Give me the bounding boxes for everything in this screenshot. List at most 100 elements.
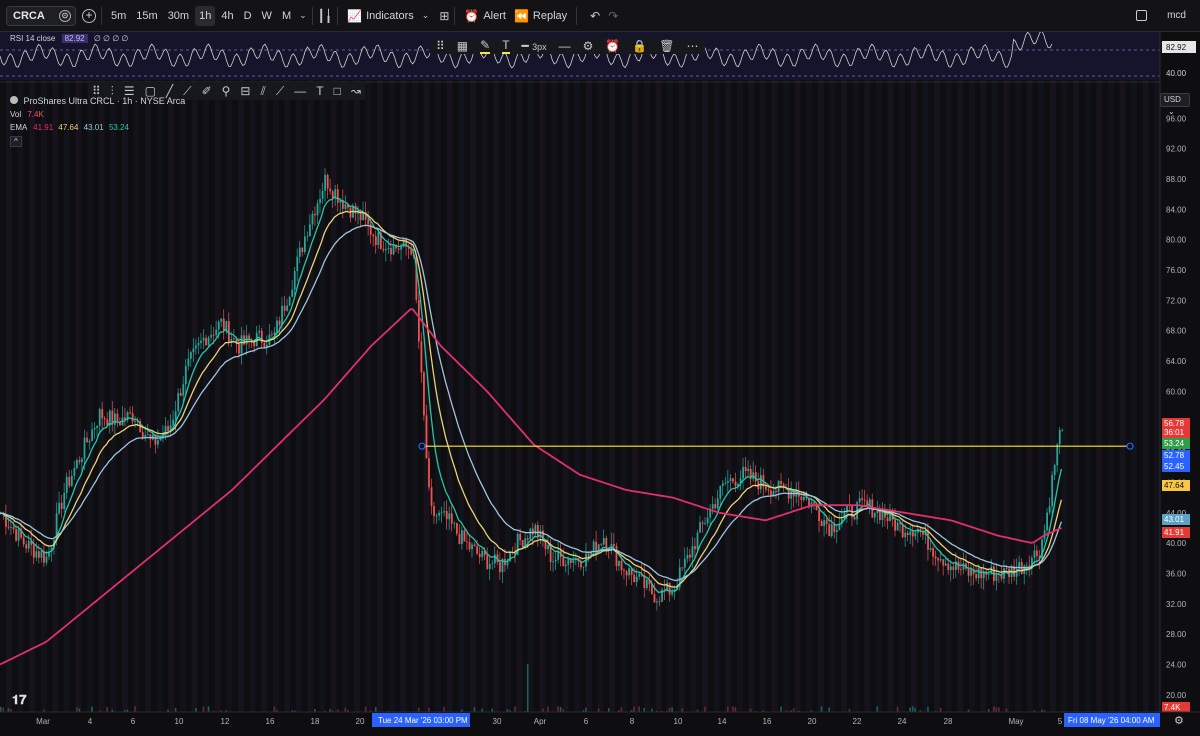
line-color-icon[interactable]: ✎	[480, 38, 491, 54]
candle-body	[73, 468, 76, 477]
timeframe-4h[interactable]: 4h	[217, 6, 237, 26]
candle-body	[909, 531, 912, 536]
session-stripe	[261, 32, 267, 712]
channel-icon[interactable]: ⫽	[260, 84, 265, 99]
candle-body	[1005, 568, 1008, 569]
replay-button[interactable]: ⏪ Replay	[510, 6, 571, 26]
timeframe-30m[interactable]: 30m	[164, 6, 193, 26]
indicators-icon: 📈	[347, 8, 363, 23]
pin-icon[interactable]: ⚲	[222, 84, 231, 98]
candle-body	[944, 563, 947, 566]
candle-body	[813, 502, 815, 504]
timeframe-15m[interactable]: 15m	[132, 6, 161, 26]
chevron-down-icon[interactable]: ⌄	[299, 10, 307, 21]
line-width-picker[interactable]: ━ 3px	[522, 39, 547, 53]
symbol-dot-icon	[10, 96, 18, 104]
session-stripe	[75, 32, 82, 712]
candle-body	[288, 296, 291, 306]
drag-handle-icon[interactable]: ⠿	[436, 39, 445, 53]
text-tool-icon[interactable]: T	[316, 84, 323, 98]
candle-body	[942, 559, 945, 566]
candle-body	[534, 524, 537, 535]
rectangle-icon[interactable]: □	[334, 84, 341, 98]
candle-body	[547, 545, 549, 550]
path-icon[interactable]: ↝	[351, 84, 361, 98]
candle-body	[263, 342, 266, 348]
x-tick-label: 18	[311, 717, 320, 726]
candle-body	[98, 409, 101, 426]
undo-icon[interactable]: ↶	[590, 9, 600, 23]
vol-value: 7.4K	[27, 110, 44, 119]
chevron-down-icon: ⌄	[421, 10, 430, 20]
chart-settings-icon[interactable]: ⚙	[1174, 715, 1184, 727]
candle-body	[210, 334, 213, 338]
candle-body	[134, 420, 137, 422]
candle-body	[691, 546, 694, 558]
candle-body	[605, 538, 608, 549]
candle-body	[471, 544, 473, 550]
candle-body	[233, 338, 235, 340]
candle-body	[1058, 429, 1061, 445]
price-chart[interactable]: 82.9240.0096.0092.0088.0084.0080.0076.00…	[0, 30, 1200, 736]
alert-button[interactable]: ⏰ Alert	[460, 6, 510, 26]
timeframe-5m[interactable]: 5m	[107, 6, 130, 26]
trash-icon[interactable]: 🗑	[659, 39, 674, 53]
add-symbol-icon[interactable]: +	[82, 8, 96, 23]
fullscreen-icon[interactable]	[1136, 10, 1148, 21]
session-stripe	[992, 32, 998, 712]
candle-body	[319, 198, 321, 204]
text-color-icon[interactable]: T	[502, 38, 510, 54]
indicators-button[interactable]: 📈 Indicators ⌄	[343, 6, 433, 26]
candle-body	[719, 485, 722, 499]
compare-icon[interactable]: ⊙	[59, 9, 71, 22]
timeframe-W[interactable]: W	[258, 6, 276, 26]
candle-body	[980, 568, 983, 579]
session-stripe	[504, 32, 511, 712]
timeframe-D[interactable]: D	[240, 6, 256, 26]
symbol-search[interactable]: CRCA ⊙	[6, 5, 76, 26]
candle-body	[167, 426, 169, 432]
candle-body	[27, 540, 30, 549]
session-stripe	[110, 32, 117, 712]
top-toolbar: CRCA ⊙ + 5m 15m 30m 1h 4h D W M ⌄ ┃╽ 📈 Indicato…	[0, 0, 1200, 32]
line-style-icon[interactable]: —	[559, 39, 571, 53]
add-alert-icon[interactable]: ⏰	[605, 39, 620, 53]
timeframe-1h[interactable]: 1h	[195, 5, 216, 26]
settings-icon[interactable]: ⚙	[583, 39, 594, 53]
candle-body	[93, 428, 96, 430]
currency-selector[interactable]: USD ⌄	[1160, 93, 1190, 116]
candle-body	[625, 571, 628, 576]
redo-icon[interactable]: ↷	[608, 9, 618, 23]
session-stripe	[284, 32, 291, 712]
candle-body	[202, 337, 205, 341]
lock-icon[interactable]: 🔒	[632, 39, 647, 53]
session-stripe	[748, 32, 755, 712]
session-stripe	[678, 32, 685, 712]
candle-body	[1046, 512, 1049, 531]
layout-grid-icon[interactable]: ⊞	[439, 9, 449, 23]
candle-type-icon[interactable]: ┃╽	[318, 9, 332, 23]
brush-icon[interactable]: ✐	[202, 84, 212, 98]
chart-area[interactable]: 82.92 40.00 96.00 92.00 88.00 84.00 80.00 76.00…	[0, 30, 1200, 736]
template-icon[interactable]: ▦	[457, 39, 468, 53]
candle-body	[316, 203, 319, 216]
candle-body	[552, 561, 555, 563]
candle-body	[615, 546, 618, 567]
more-icon[interactable]: ⋯	[687, 39, 699, 53]
price-label: 53.24	[1164, 439, 1185, 448]
hline-icon[interactable]: —	[294, 84, 306, 98]
marker-icon[interactable]: ⟋	[276, 84, 284, 99]
candle-body	[309, 224, 311, 237]
timeframe-M[interactable]: M	[278, 6, 295, 26]
pattern-icon[interactable]: ⊟	[240, 84, 250, 98]
x-tick-label: 4	[88, 717, 93, 726]
session-stripe	[203, 32, 209, 712]
collapse-legend-button[interactable]: ^	[10, 136, 22, 147]
y-tick-label: 36.00	[1166, 569, 1187, 578]
session-stripe	[690, 32, 697, 712]
candle-body	[716, 498, 719, 509]
user-label[interactable]: mcd	[1167, 10, 1186, 21]
ema-value-4: 53.24	[108, 123, 129, 132]
candle-body	[977, 568, 980, 579]
candle-body	[78, 460, 81, 463]
